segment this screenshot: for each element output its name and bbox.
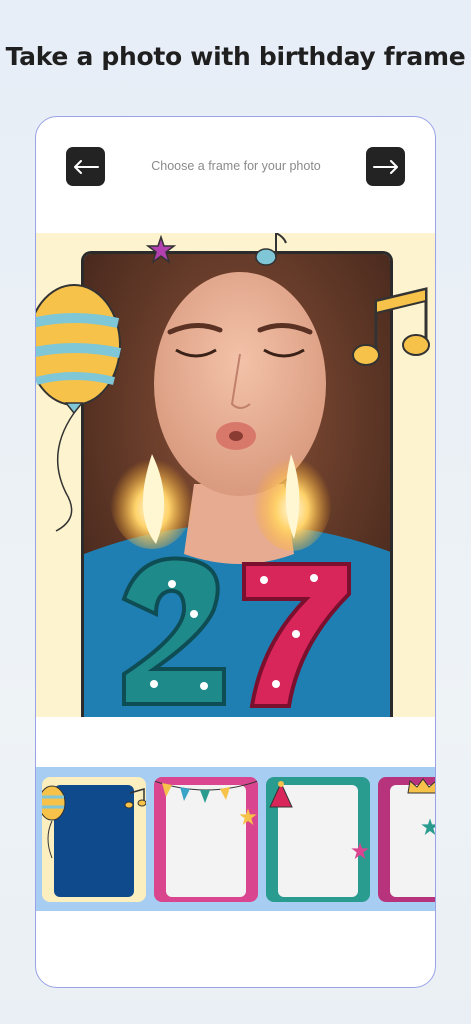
double-music-note-icon	[352, 287, 430, 366]
frame-option-party-hat[interactable]	[266, 777, 370, 902]
photo-preview	[36, 233, 435, 717]
phone-screen: Choose a frame for your photo	[35, 116, 436, 988]
frame-option-balloon[interactable]	[42, 777, 146, 902]
frame-picker[interactable]	[36, 767, 435, 911]
music-note-icon	[255, 233, 287, 266]
bunting-icon	[154, 780, 258, 803]
star-icon	[239, 808, 257, 825]
star-icon	[146, 235, 176, 264]
arrow-right-icon	[372, 159, 398, 174]
star-icon	[351, 842, 369, 859]
frame-option-bunting[interactable]	[154, 777, 258, 902]
arrow-left-icon	[73, 159, 99, 174]
music-note-icon	[124, 788, 146, 809]
frame-option-crown[interactable]	[378, 777, 435, 902]
star-icon	[421, 818, 435, 835]
balloon-icon	[36, 284, 122, 532]
crown-icon	[407, 778, 435, 794]
balloon-icon	[42, 785, 66, 859]
user-photo	[81, 251, 393, 717]
page-headline: Take a photo with birthday frame	[5, 42, 466, 71]
next-button[interactable]	[366, 147, 405, 186]
back-button[interactable]	[66, 147, 105, 186]
frame-instruction: Choose a frame for your photo	[151, 159, 321, 173]
party-hat-icon	[269, 781, 293, 808]
